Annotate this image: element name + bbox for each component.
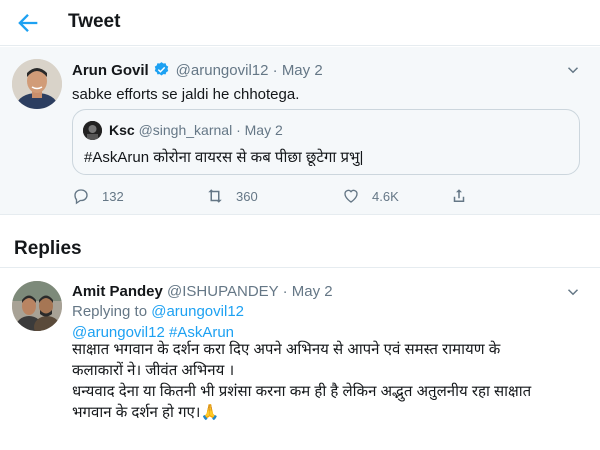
replies-header: Replies <box>0 216 600 268</box>
reply-paragraph-2: धन्यवाद देना या कितनी भी प्रशंसा करना कम… <box>72 381 542 423</box>
main-tweet[interactable]: Arun Govil @arungovil12 · May 2 sabke eff… <box>0 47 600 215</box>
quote-author-line: Ksc @singh_karnal · May 2 <box>109 122 283 138</box>
page-header: Tweet <box>0 0 600 46</box>
reply-date[interactable]: May 2 <box>292 283 333 300</box>
verified-badge-icon <box>154 62 168 76</box>
author-name[interactable]: Arun Govil <box>72 62 149 79</box>
quote-text: #AskArun कोरोना वायरस से कब पीछा छूटेगा … <box>84 149 364 166</box>
reply-author-line: Amit Pandey @ISHUPANDEY · May 2 <box>72 283 333 300</box>
retweet-count: 360 <box>236 188 258 204</box>
like-button[interactable]: 4.6K <box>342 186 399 206</box>
share-button[interactable] <box>450 186 480 206</box>
reply-paragraph-2-text: धन्यवाद देना या कितनी भी प्रशंसा करना कम… <box>72 383 532 421</box>
reply-paragraph-1: साक्षात भगवान के दर्शन करा दिए अपने अभिन… <box>72 341 501 379</box>
reply-author-name[interactable]: Amit Pandey <box>72 283 163 300</box>
separator-dot: · <box>268 62 282 79</box>
retweet-icon <box>208 189 222 203</box>
replying-to-label: Replying to <box>72 303 148 320</box>
quoted-tweet[interactable]: Ksc @singh_karnal · May 2 #AskArun कोरोन… <box>72 109 580 175</box>
like-icon <box>344 189 358 203</box>
retweet-button[interactable]: 360 <box>206 186 258 206</box>
quote-author-handle: @singh_karnal <box>138 122 233 138</box>
tweet-actions: 132 360 4.6K <box>72 186 492 206</box>
reply-tweet[interactable]: Amit Pandey @ISHUPANDEY · May 2 Replying… <box>0 269 600 450</box>
chevron-down-icon[interactable] <box>564 283 582 301</box>
back-arrow-icon[interactable] <box>14 9 42 37</box>
replies-title: Replies <box>14 238 82 259</box>
reply-count: 132 <box>102 188 124 204</box>
reply-text: साक्षात भगवान के दर्शन करा दिए अपने अभिन… <box>72 339 542 423</box>
avatar[interactable] <box>12 281 62 331</box>
reply-button[interactable]: 132 <box>72 186 124 206</box>
separator-dot: · <box>232 122 245 138</box>
tweet-date[interactable]: May 2 <box>282 62 323 79</box>
like-count: 4.6K <box>372 188 399 204</box>
quote-date: May 2 <box>244 122 283 138</box>
replying-to-handle[interactable]: @arungovil12 <box>151 303 244 320</box>
reply-author-handle[interactable]: @ISHUPANDEY <box>167 283 278 300</box>
quote-avatar <box>83 121 102 140</box>
replying-to: Replying to @arungovil12 <box>72 303 244 320</box>
avatar[interactable] <box>12 59 62 109</box>
tweet-author-line: Arun Govil @arungovil12 · May 2 <box>72 61 323 79</box>
folded-hands-emoji: 🙏 <box>200 404 220 421</box>
chevron-down-icon[interactable] <box>564 61 582 79</box>
author-handle[interactable]: @arungovil12 <box>176 62 269 79</box>
share-icon <box>453 189 465 202</box>
tweet-text: sabke efforts se jaldi he chhotega. <box>72 86 300 103</box>
page-title: Tweet <box>68 11 121 32</box>
separator-dot: · <box>278 283 292 300</box>
reply-icon <box>74 189 88 205</box>
quote-author-name: Ksc <box>109 122 135 138</box>
